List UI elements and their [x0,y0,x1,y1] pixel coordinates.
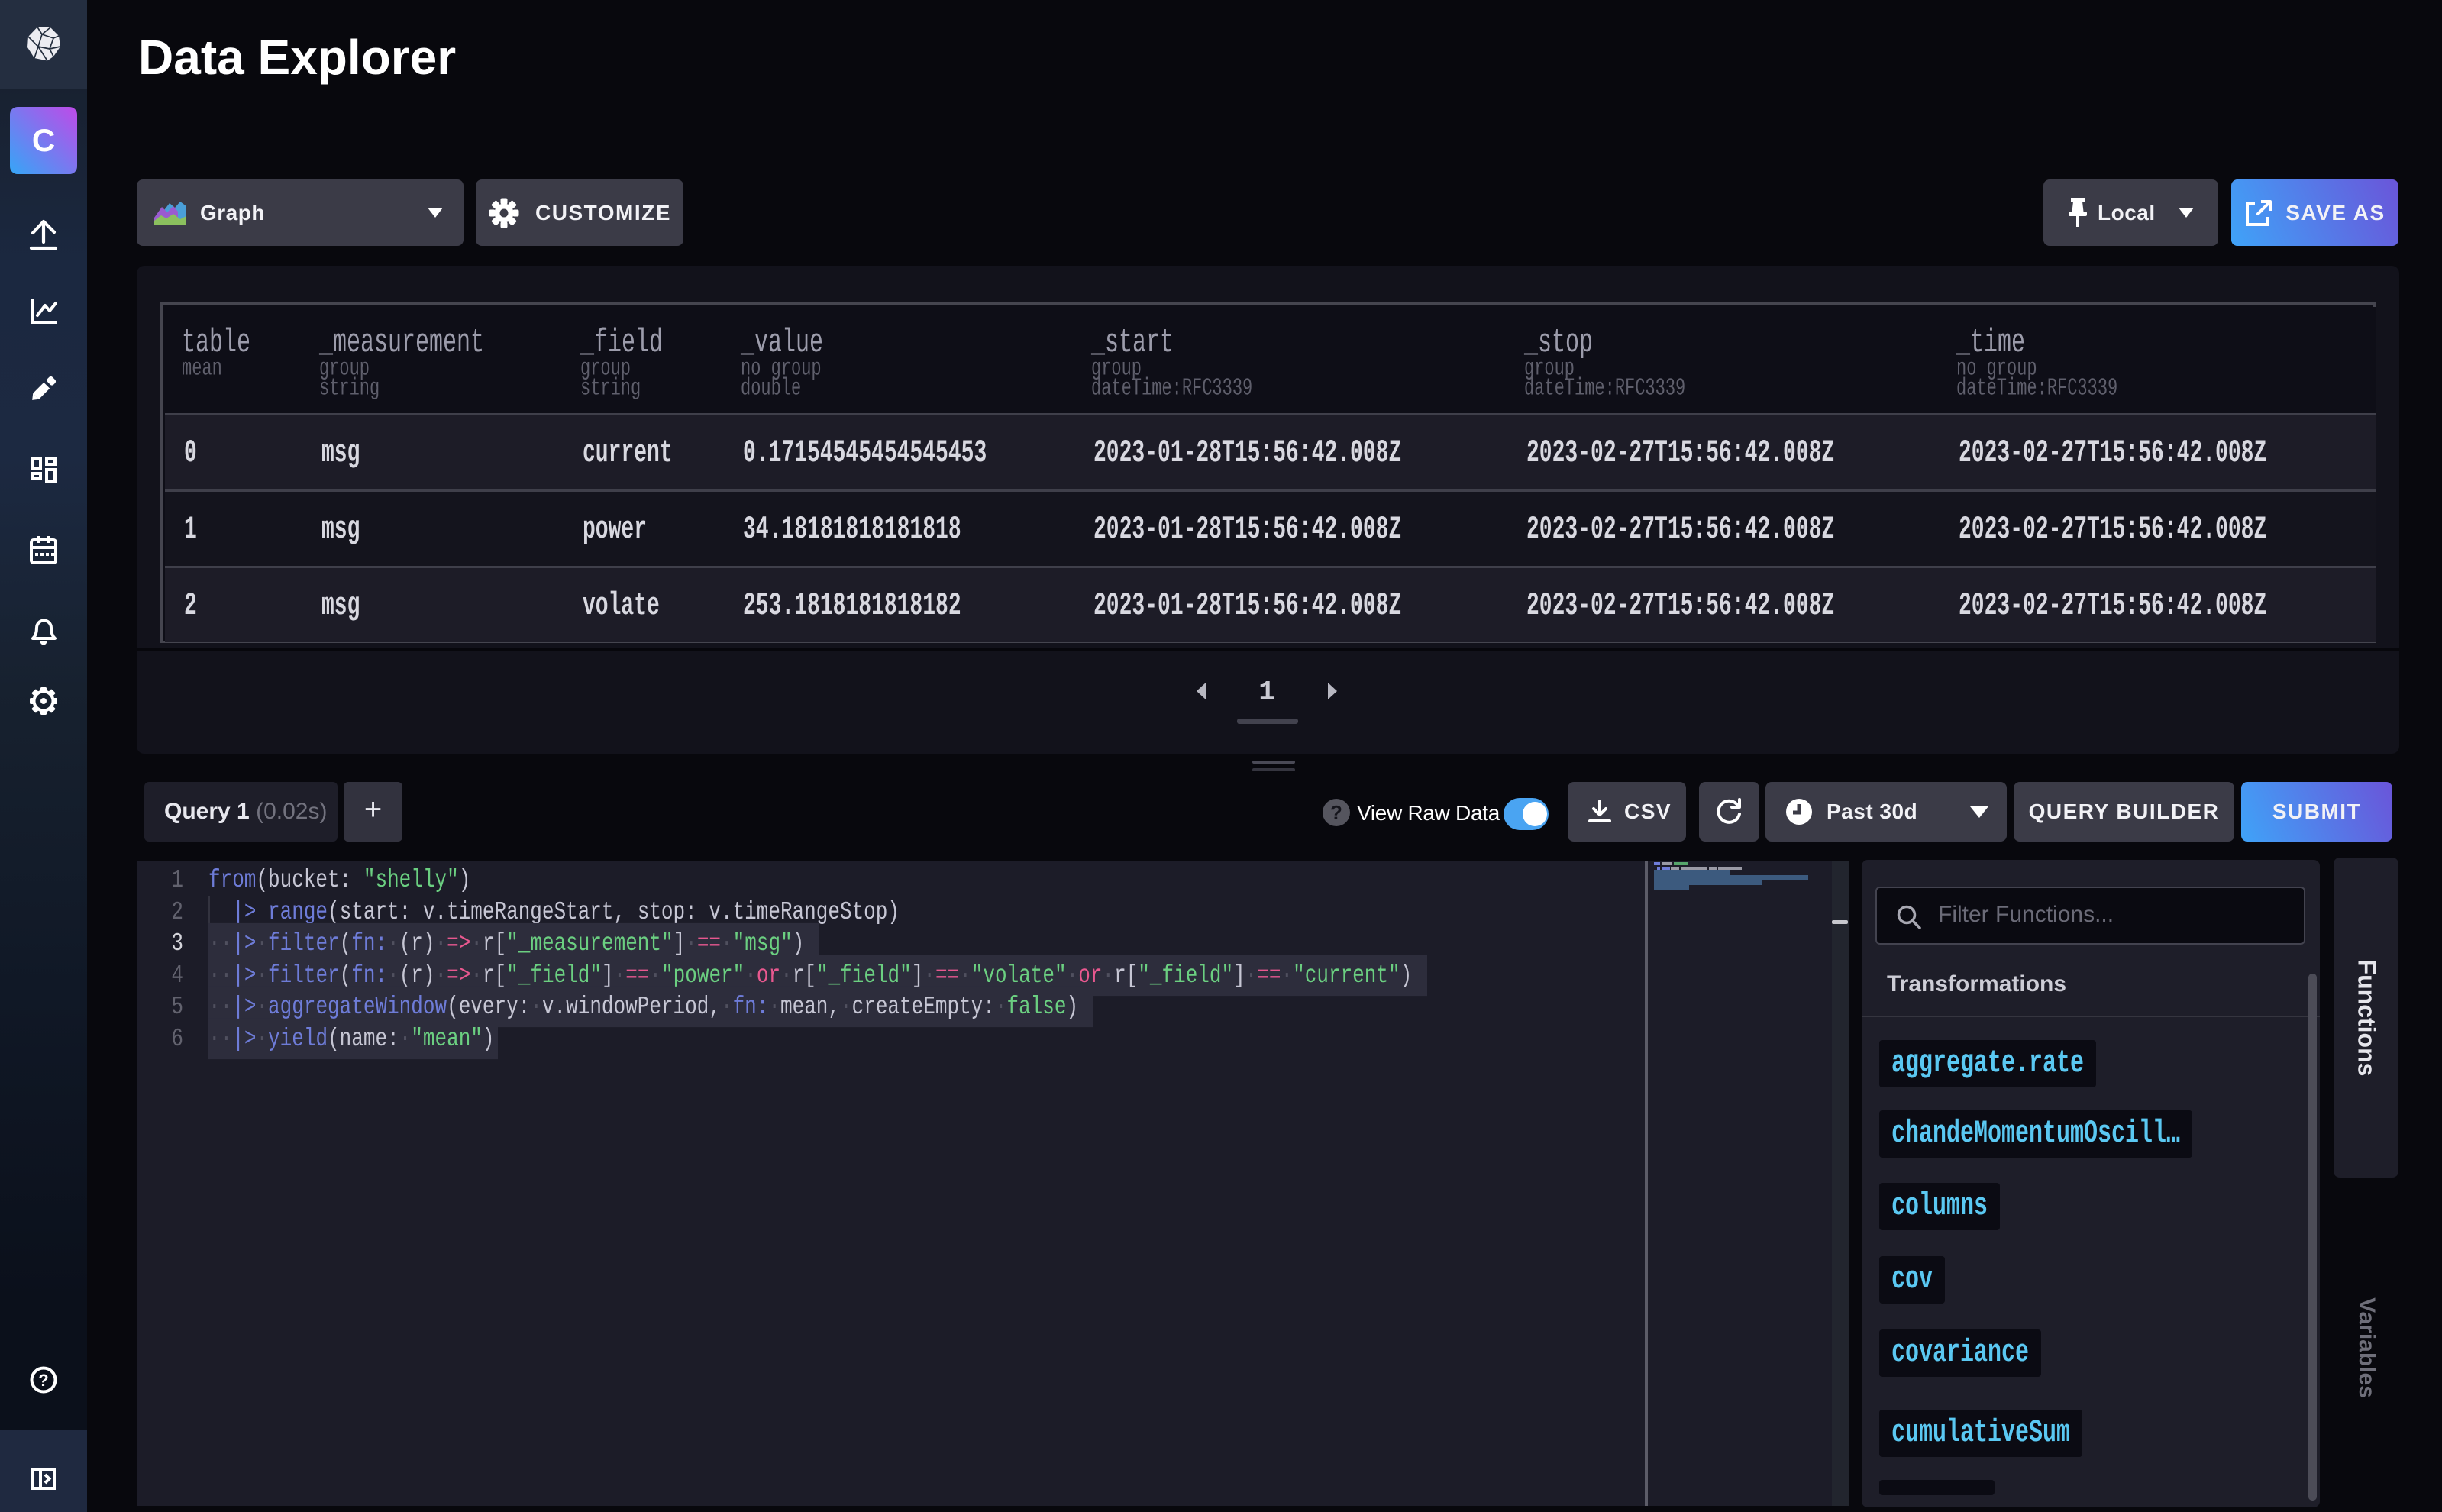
svg-text:?: ? [38,1371,48,1390]
